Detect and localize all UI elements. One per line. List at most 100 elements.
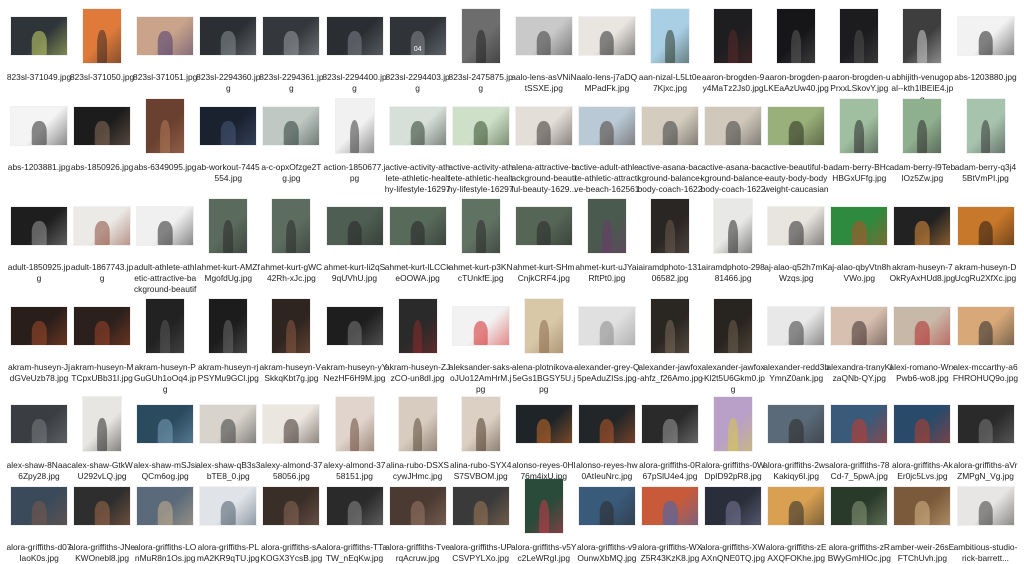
file-item[interactable]: ahmet-kurt-SHmCnjkCRF4.jpg: [512, 194, 576, 284]
file-item[interactable]: active-asana-background-balance-body-coa…: [701, 94, 766, 195]
file-item[interactable]: aaron-brogden-pLKEaAzUw40.jpg: [764, 4, 829, 94]
file-item[interactable]: alena-attractive-background-beautiful-be…: [511, 94, 576, 195]
file-item[interactable]: aleksander-saks-oJUo12AmHrM.jpg: [449, 294, 513, 395]
file-name-label: ab-workout-7445554.jpg: [196, 162, 260, 183]
file-item[interactable]: alexander-jawfox-Kl2t5U6Gkm0.jpg: [701, 294, 765, 395]
file-item[interactable]: alora-griffiths-XWAXnQNE0TQ.jpg: [701, 474, 765, 564]
file-item[interactable]: ahmet-kurt-p3KNcTUnkfE.jpg: [449, 194, 513, 284]
file-item[interactable]: alora-griffiths-PLmA2KR9qTU.jpg: [196, 474, 260, 564]
file-item[interactable]: aalo-lens-asVNiNtSSXE.jpg: [511, 4, 576, 94]
file-item[interactable]: active-beautiful-beauty-body-bodyweight-…: [764, 94, 829, 195]
file-item[interactable]: alora-griffiths-aVrZMPgN_Vg.jpg: [954, 392, 1018, 482]
file-item[interactable]: alora-griffiths-0R67pSlU4e4.jpg: [638, 392, 702, 482]
file-item[interactable]: abs-6349095.jpg: [133, 94, 197, 173]
file-item[interactable]: 823sl-2294361.jpg: [259, 4, 324, 94]
file-item[interactable]: adult-1850925.jpg: [7, 194, 71, 284]
file-item[interactable]: ahmet-kurt-AMZfMgofdUg.jpg: [196, 194, 260, 284]
file-item[interactable]: ab-workout-7445554.jpg: [196, 94, 260, 184]
file-item[interactable]: a-c-opxOfzge2Tg.jpg: [259, 94, 323, 184]
thumbnail-figure: [94, 501, 110, 525]
file-item[interactable]: airamdphoto-29881466.jpg: [701, 194, 765, 284]
file-item[interactable]: alora-griffiths-TverqAcruw.jpg: [385, 474, 450, 564]
file-item[interactable]: akram-huseyn-rjPSYMu9GCl.jpg: [196, 294, 260, 384]
file-item[interactable]: alexi-romano-WrxPwb6-wo8.jpg: [889, 294, 955, 384]
file-item[interactable]: akram-huseyn-DUcgRu2XfXc.jpg: [954, 194, 1018, 284]
file-item[interactable]: alora-griffiths-0WDpID92pR8.jpg: [701, 392, 765, 482]
file-item[interactable]: ahmet-kurt-gWC42Rh-xJc.jpg: [259, 194, 323, 284]
file-item[interactable]: alora-griffiths-sAKOGX3YcsB.jpg: [259, 474, 323, 564]
file-item[interactable]: 823sl-2294400.jpg: [322, 4, 387, 94]
file-item[interactable]: akram-huseyn-JjdGVeUzb78.jpg: [7, 294, 71, 384]
file-item[interactable]: akram-huseyn-MTCpxUBb31I.jpg: [70, 294, 134, 384]
file-item[interactable]: alora-griffiths-UPCSVPYLXo.jpg: [449, 474, 513, 564]
file-name-label: amber-weir-26sEFTChUvh.jpg: [890, 542, 955, 563]
file-item[interactable]: active-asana-background-balance-body-coa…: [637, 94, 703, 195]
file-item[interactable]: akram-huseyn-PGuGUh1oOq4.jpg: [133, 294, 197, 395]
file-item[interactable]: aj-alao-q52h7mKWzqs.jpg: [764, 194, 828, 284]
file-item[interactable]: ahmet-kurt-li2qS9qUVhU.jpg: [323, 194, 387, 284]
file-item[interactable]: adult-athlete-athletic-attractive-backgr…: [133, 194, 197, 295]
file-item[interactable]: alexy-almond-3758151.jpg: [323, 392, 387, 482]
file-item[interactable]: alora-griffiths-d07IaoK0s.jpg: [6, 474, 72, 564]
file-item[interactable]: abs-1203881.jpg: [7, 94, 71, 173]
file-item[interactable]: aalo-lens-j7aDQMPadFk.jpg: [575, 4, 639, 94]
file-item[interactable]: ambitious-studio-rick-barrett...: [954, 474, 1018, 564]
file-item[interactable]: akram-huseyn-yYNezHF6H9M.jpg: [322, 294, 387, 384]
file-item[interactable]: alex-shaw-GtkWU292vLQ.jpg: [70, 392, 134, 482]
file-item[interactable]: alora-griffiths-AkEr0jc5Lvs.jpg: [890, 392, 954, 482]
file-item[interactable]: action-1850677.jpg: [323, 94, 387, 184]
file-item[interactable]: alexander-grey-Q5peAduZISs.jpg: [574, 294, 639, 384]
file-item[interactable]: 823sl-2475875.jpg: [449, 4, 513, 94]
file-item[interactable]: alex-mccarthy-a6FHROHUQ9o.jpg: [953, 294, 1018, 384]
file-item[interactable]: 823sl-371049.jpg: [7, 4, 71, 83]
file-item[interactable]: 823sl-2294360.jpg: [196, 4, 260, 94]
file-item[interactable]: ahmet-kurt-uJYaiRftPt0.jpg: [575, 194, 639, 284]
file-item[interactable]: airamdphoto-13106582.jpg: [638, 194, 702, 284]
file-item[interactable]: alex-shaw-mSJsiQCm6og.jpg: [133, 392, 197, 482]
file-item[interactable]: alina-rubo-SYX4S7SVBOM.jpg: [449, 392, 513, 482]
file-item[interactable]: aaron-brogden-9y4MaTz2Js0.jpg: [701, 4, 765, 94]
file-item[interactable]: alonso-reyes-0Hl76m4jxU.jpg: [512, 392, 576, 482]
file-item[interactable]: amber-weir-26sEFTChUvh.jpg: [890, 474, 954, 564]
file-item[interactable]: 04 823sl-2294403.jpg: [385, 4, 450, 94]
file-item[interactable]: alora-griffiths-LOnMuR8n1Os.jpg: [133, 474, 197, 564]
file-item[interactable]: 823sl-371051.jpg: [133, 4, 197, 83]
file-item[interactable]: adam-berry-BHcHBGxUFfg.jpg: [827, 94, 891, 184]
file-item[interactable]: akram-huseyn-V-SkkqKbt7g.jpg: [259, 294, 323, 384]
file-item[interactable]: alora-griffiths-zEAXQFOKhe.jpg: [764, 474, 828, 564]
file-item[interactable]: ahmet-kurt-lLCCkeOOWA.jpg: [385, 194, 450, 284]
file-item[interactable]: akram-huseyn-ZJzCO-un8dI.jpg: [385, 294, 450, 384]
file-item[interactable]: alora-griffiths-TTaTW_nEqKw.jpg: [322, 474, 387, 564]
file-item[interactable]: active-activity-athlete-athletic-healthy…: [448, 94, 514, 195]
file-item[interactable]: alina-rubo-DSXScywJHmc.jpg: [386, 392, 450, 482]
file-item[interactable]: active-adult-athlete-athletic-attractive…: [574, 94, 639, 195]
file-item[interactable]: alora-griffiths-JNeKWOnebl8.jpg: [69, 474, 135, 564]
file-item[interactable]: abhijith-venugopal--kth1lBElE4.jpg: [890, 4, 954, 105]
file-item[interactable]: 823sl-371050.jpg: [70, 4, 134, 83]
file-item[interactable]: alexy-almond-3758056.jpg: [259, 392, 323, 482]
file-item[interactable]: alex-shaw-qB3s3bTE8_0.jpg: [196, 392, 260, 482]
file-item[interactable]: alex-shaw-8Naac6Zpy28.jpg: [7, 392, 71, 482]
file-item[interactable]: aaron-brogden-uPrxxLSkovY.jpg: [827, 4, 891, 94]
file-item[interactable]: alora-griffiths-v5Yc2LeWRgI.jpg: [511, 474, 577, 564]
file-item[interactable]: alexandra-tranyKlzaQNb-QY.jpg: [826, 294, 892, 384]
file-item[interactable]: alexander-redd3bYmnZ0ank.jpg: [763, 294, 829, 384]
file-item[interactable]: abs-1203880.jpg: [954, 4, 1018, 83]
file-item[interactable]: akram-huseyn-7OkRyAxHUd8.jpg: [890, 194, 955, 284]
file-item[interactable]: alora-griffiths-v9OunwXbMQ.jpg: [575, 474, 639, 564]
file-item[interactable]: aj-alao-qbyVtn8hVWo.jpg: [827, 194, 891, 284]
file-item[interactable]: alora-griffiths-zRBWyGmHlOc.jpg: [827, 474, 891, 564]
file-item[interactable]: aan-nizal-L5Lt0e7Kjxc.jpg: [638, 4, 702, 94]
file-item[interactable]: adult-1867743.jpg: [70, 194, 134, 284]
thumbnail-figure: [978, 321, 993, 345]
file-item[interactable]: abs-1850926.jpg: [70, 94, 134, 173]
file-item[interactable]: alora-griffiths-WXZ5R43KzK8.jpg: [638, 474, 702, 564]
file-item[interactable]: alonso-reyes-hw0AtIeuNrc.jpg: [575, 392, 639, 482]
file-item[interactable]: alora-griffiths-2wsKakiqy6I.jpg: [763, 392, 829, 482]
file-item[interactable]: alexander-jawfox-ahfz_f26Amo.jpg: [637, 294, 703, 384]
file-item[interactable]: adam-berry-q3j45BtVmPI.jpg: [954, 94, 1018, 184]
file-item[interactable]: alena-plotnikova-5eGs1BGSY5U.jpg: [512, 294, 576, 395]
file-item[interactable]: alora-griffiths-78Cd-7_5pwA.jpg: [827, 392, 891, 482]
file-item[interactable]: active-activity-athlete-athletic-healthy…: [385, 94, 450, 195]
file-item[interactable]: adam-berry-l9TeblOz5Zw.jpg: [890, 94, 955, 184]
